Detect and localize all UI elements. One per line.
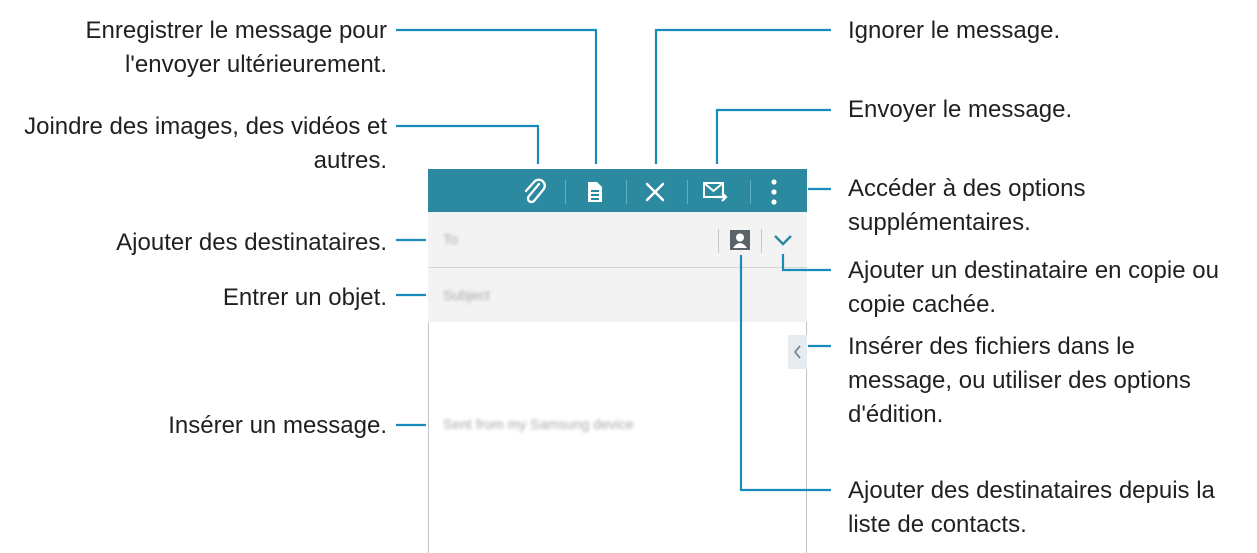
callout-lines xyxy=(396,28,831,492)
